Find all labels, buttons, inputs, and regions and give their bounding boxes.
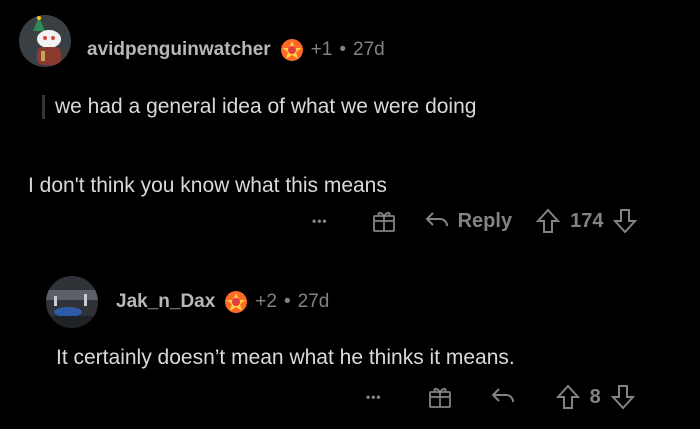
award-icon[interactable] xyxy=(279,37,305,63)
karma-count: +1 xyxy=(310,39,333,60)
reply-arrow-icon xyxy=(425,212,448,227)
username[interactable]: Jak_n_Dax xyxy=(116,291,215,313)
comment-text: It certainly doesn’t mean what he thinks… xyxy=(56,346,515,369)
reply-label: Reply xyxy=(457,209,513,232)
quote-block: we had a general idea of what we were do… xyxy=(42,95,476,119)
give-award-button[interactable] xyxy=(428,384,452,410)
award-icon[interactable] xyxy=(223,289,249,315)
reply-button[interactable]: Reply xyxy=(424,210,512,233)
comment-age: 27d xyxy=(297,291,330,312)
vote-count: 174 xyxy=(570,209,604,232)
downvote-button[interactable] xyxy=(613,208,638,234)
reply-button[interactable] xyxy=(490,386,516,408)
separator-dot: • xyxy=(339,39,347,60)
downvote-button[interactable] xyxy=(610,384,635,410)
more-options-button[interactable]: ••• xyxy=(366,390,382,404)
upvote-button[interactable] xyxy=(555,384,580,410)
comment-meta: avidpenguinwatcher +1 • 27d xyxy=(87,37,385,63)
downvote-arrow-icon xyxy=(610,385,635,410)
comment-actions: ••• Reply 174 xyxy=(312,208,638,234)
reply-arrow-icon xyxy=(491,388,514,403)
username[interactable]: avidpenguinwatcher xyxy=(87,39,271,61)
quote-text: we had a general idea of what we were do… xyxy=(55,95,477,118)
comment-text: I don't think you know what this means xyxy=(28,174,387,197)
avatar[interactable] xyxy=(46,276,98,328)
upvote-arrow-icon xyxy=(536,208,561,233)
comment-actions: ••• 8 xyxy=(366,384,635,410)
comment-age: 27d xyxy=(353,39,385,60)
gift-icon xyxy=(372,211,395,232)
separator-dot: • xyxy=(283,291,291,312)
avatar[interactable] xyxy=(19,15,71,67)
more-options-button[interactable]: ••• xyxy=(312,214,328,228)
upvote-arrow-icon xyxy=(555,384,580,409)
upvote-button[interactable] xyxy=(536,208,561,234)
gift-icon xyxy=(428,387,451,408)
downvote-arrow-icon xyxy=(613,209,638,234)
vote-count: 8 xyxy=(589,385,601,408)
karma-count: +2 xyxy=(255,291,277,312)
comment-meta: Jak_n_Dax +2 • 27d xyxy=(116,289,329,315)
give-award-button[interactable] xyxy=(372,208,396,234)
